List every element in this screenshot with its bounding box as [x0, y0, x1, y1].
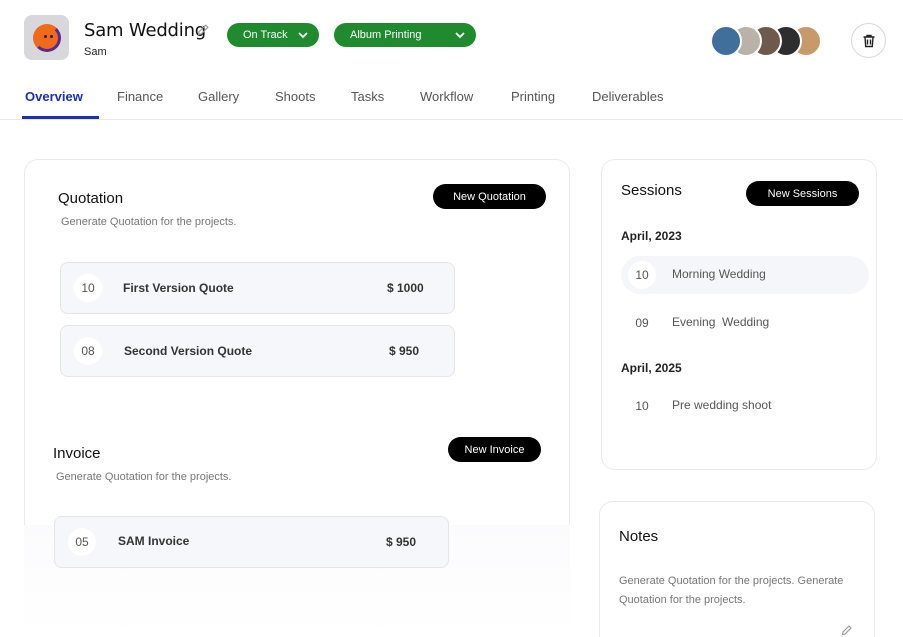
- invoice-amount: $ 950: [386, 535, 417, 549]
- delete-button[interactable]: [851, 23, 886, 58]
- invoice-number: 05: [68, 528, 96, 556]
- session-name: Morning Wedding: [672, 267, 766, 281]
- notes-title: Notes: [619, 528, 659, 545]
- quote-amount: $ 1000: [387, 281, 424, 295]
- sessions-title: Sessions: [621, 182, 682, 199]
- new-invoice-button[interactable]: New Invoice: [448, 437, 541, 462]
- invoice-title: Invoice: [53, 445, 101, 462]
- quote-name: Second Version Quote: [124, 344, 253, 358]
- quote-number: 08: [74, 337, 102, 365]
- session-name: Evening Wedding: [672, 315, 770, 329]
- album-printing-label: Album Printing: [350, 29, 422, 41]
- notes-card: Notes Generate Quotation for the project…: [599, 501, 875, 637]
- tab-workflow[interactable]: Workflow: [420, 89, 473, 104]
- quote-name: First Version Quote: [123, 281, 234, 295]
- new-sessions-button[interactable]: New Sessions: [746, 181, 859, 206]
- chevron-down-icon: [455, 32, 465, 39]
- quote-amount: $ 950: [389, 344, 420, 358]
- tab-deliverables[interactable]: Deliverables: [592, 89, 664, 104]
- invoice-row[interactable]: 05 SAM Invoice $ 950: [54, 516, 449, 568]
- smiley-logo-icon: [32, 23, 61, 52]
- project-header: Sam Wedding Sam On Track Album Printing …: [0, 0, 903, 120]
- quotation-title: Quotation: [58, 190, 124, 207]
- tab-gallery[interactable]: Gallery: [198, 89, 239, 104]
- session-name: Pre wedding shoot: [672, 398, 772, 412]
- new-quotation-button[interactable]: New Quotation: [433, 184, 546, 209]
- session-item[interactable]: 09 Evening Wedding: [621, 304, 869, 342]
- session-item[interactable]: 10 Pre wedding shoot: [621, 387, 869, 425]
- invoice-name: SAM Invoice: [118, 534, 190, 548]
- status-label: On Track: [243, 29, 288, 41]
- trash-icon: [863, 34, 874, 47]
- sessions-card: Sessions New Sessions April, 2023 10 Mor…: [601, 159, 877, 470]
- project-title: Sam Wedding: [84, 20, 207, 41]
- project-logo: [24, 15, 69, 60]
- quote-row[interactable]: 10 First Version Quote $ 1000: [60, 262, 455, 314]
- tab-shoots[interactable]: Shoots: [275, 89, 315, 104]
- session-item[interactable]: 10 Morning Wedding: [621, 256, 869, 294]
- session-day: 09: [635, 316, 649, 330]
- quote-number: 10: [74, 274, 102, 302]
- notes-text: Generate Quotation for the projects. Gen…: [619, 575, 844, 606]
- pencil-icon[interactable]: [840, 624, 853, 637]
- session-group-label: April, 2023: [621, 229, 682, 243]
- quotation-subtitle: Generate Quotation for the projects.: [61, 216, 237, 228]
- invoice-subtitle: Generate Quotation for the projects.: [56, 471, 232, 483]
- quote-row[interactable]: 08 Second Version Quote $ 950: [60, 325, 455, 377]
- session-day: 10: [635, 399, 649, 413]
- tab-overview[interactable]: Overview: [25, 89, 83, 104]
- pencil-icon[interactable]: [196, 23, 210, 37]
- tab-tasks[interactable]: Tasks: [351, 89, 384, 104]
- tab-printing[interactable]: Printing: [511, 89, 555, 104]
- chevron-down-icon: [298, 32, 308, 39]
- quotation-invoice-card: Quotation Generate Quotation for the pro…: [24, 159, 570, 525]
- status-dropdown[interactable]: On Track: [227, 23, 319, 47]
- tab-finance[interactable]: Finance: [117, 89, 163, 104]
- client-name: Sam: [84, 46, 107, 58]
- avatar[interactable]: [710, 25, 742, 57]
- session-day: 10: [628, 261, 656, 289]
- album-printing-dropdown[interactable]: Album Printing: [334, 23, 476, 47]
- session-group-label: April, 2025: [621, 361, 682, 375]
- active-tab-indicator: [22, 116, 99, 119]
